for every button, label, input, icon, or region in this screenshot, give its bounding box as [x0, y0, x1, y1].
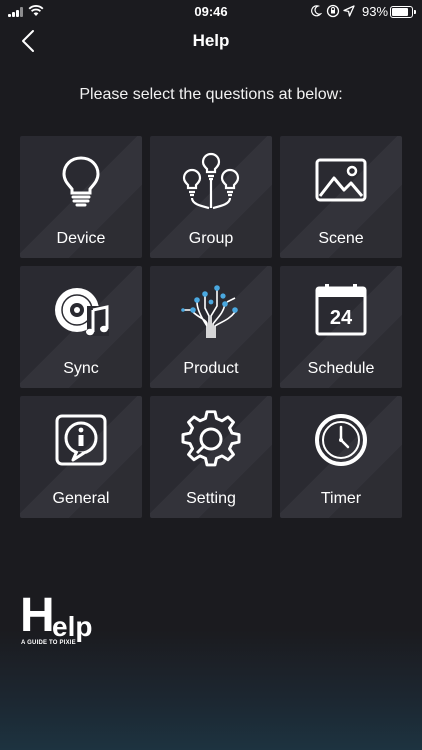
tile-device[interactable]: Device: [20, 136, 142, 258]
location-icon: [343, 5, 355, 17]
page-title: Help: [192, 31, 230, 50]
tile-schedule[interactable]: 24 Schedule: [280, 266, 402, 388]
battery-percentage: 93%: [362, 4, 389, 19]
logo-tagline: A GUIDE TO PIXIE: [21, 640, 76, 646]
picture-icon: [315, 158, 367, 202]
bulb-group-icon: [182, 152, 240, 210]
tile-scene[interactable]: Scene: [280, 136, 402, 258]
rotation-lock-icon: [326, 4, 340, 18]
bulb-icon: [62, 156, 100, 207]
network-icon: [181, 285, 238, 338]
tile-label: Group: [188, 230, 234, 247]
calendar-icon: 24: [315, 284, 367, 336]
music-disc-icon: [55, 288, 109, 336]
tile-label: General: [52, 490, 110, 507]
tile-label: Timer: [320, 490, 362, 507]
instruction-text: Please select the questions at below:: [79, 86, 343, 103]
do-not-disturb-icon: [311, 5, 322, 17]
tile-label: Sync: [63, 360, 99, 377]
clock-icon: [315, 414, 367, 466]
status-time: 09:46: [194, 4, 228, 19]
tile-label: Setting: [186, 490, 236, 507]
tile-label: Schedule: [307, 360, 375, 377]
tile-group[interactable]: Group: [150, 136, 272, 258]
tile-product[interactable]: Product: [150, 266, 272, 388]
help-topic-grid: Device Group Scene Sync Product 24 Sched…: [20, 136, 402, 518]
tile-sync[interactable]: Sync: [20, 266, 142, 388]
battery-icon: [390, 6, 416, 18]
tile-label: Scene: [318, 230, 364, 247]
logo-rest: elp: [52, 611, 93, 642]
tile-setting[interactable]: Setting: [150, 396, 272, 518]
help-logo: H elp A GUIDE TO PIXIE: [20, 592, 110, 650]
gear-icon: [181, 410, 241, 467]
tile-label: Product: [183, 360, 239, 377]
battery-fill: [392, 8, 408, 16]
info-icon: [55, 414, 107, 466]
tile-label: Device: [56, 230, 106, 247]
logo-letter-h: H: [20, 589, 55, 642]
status-bar: 09:46 93%: [0, 0, 422, 24]
calendar-day: 24: [330, 307, 353, 329]
tile-timer[interactable]: Timer: [280, 396, 402, 518]
tile-general[interactable]: General: [20, 396, 142, 518]
